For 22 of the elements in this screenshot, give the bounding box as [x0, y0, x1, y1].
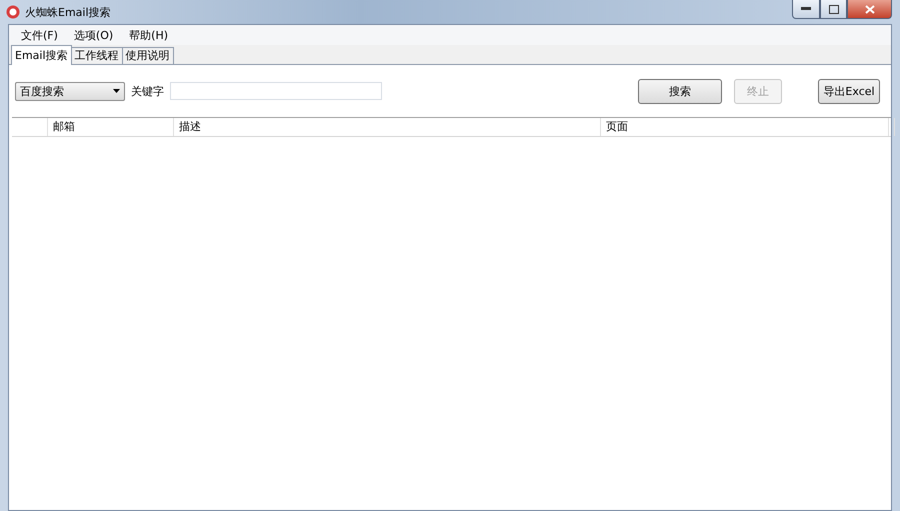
menu-item[interactable]: 选项(O) — [66, 28, 122, 42]
search-engine-dropdown[interactable]: 百度搜索 — [15, 82, 125, 100]
column-header[interactable]: 邮箱 — [48, 118, 174, 136]
menu-item[interactable]: 帮助(H) — [121, 28, 176, 42]
window-title: 火蜘蛛Email搜索 — [25, 4, 111, 20]
tab[interactable]: 使用说明 — [122, 47, 174, 65]
column-header[interactable]: 描述 — [174, 118, 601, 136]
minimize-icon — [801, 7, 811, 11]
caret-icon — [113, 89, 120, 93]
toolbar-button[interactable]: 搜索 — [638, 78, 722, 104]
keyword-label: 关键字 — [131, 84, 164, 98]
maximize-icon — [828, 4, 838, 14]
menu-item[interactable]: 文件(F) — [13, 28, 66, 42]
minimize-button[interactable] — [792, 0, 820, 19]
close-icon — [864, 4, 874, 14]
tab[interactable]: Email搜索 — [11, 45, 72, 65]
maximize-button[interactable] — [820, 0, 847, 19]
column-header[interactable]: 页面 — [601, 118, 889, 136]
toolbar-button[interactable]: 导出Excel — [818, 78, 880, 104]
keyword-field[interactable] — [170, 82, 382, 100]
app-logo-icon — [6, 5, 20, 19]
close-button[interactable] — [847, 0, 892, 19]
